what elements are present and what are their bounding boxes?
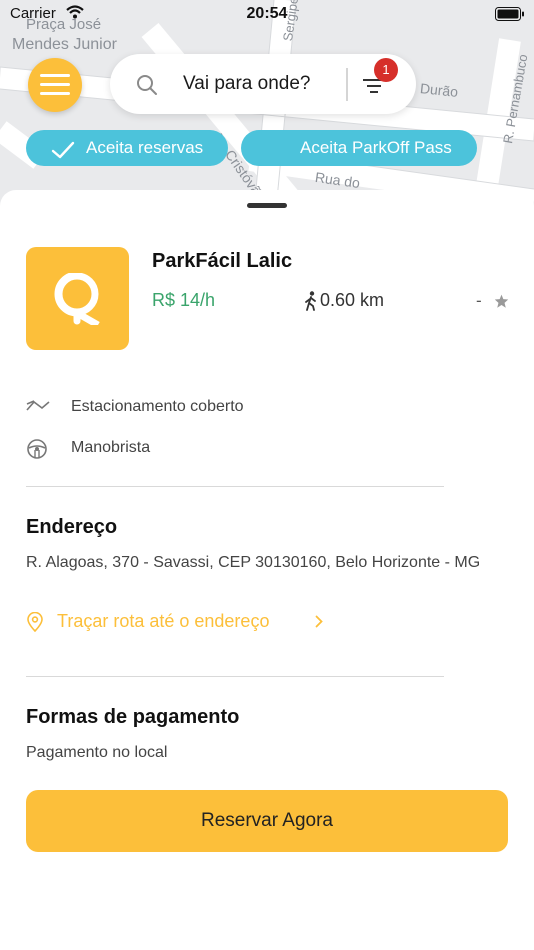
feature-label: Estacionamento coberto <box>71 398 244 415</box>
steering-wheel-icon <box>27 439 47 459</box>
status-bar: Carrier 20:54 <box>0 0 534 28</box>
route-link[interactable]: Traçar rota até o endereço <box>26 610 336 634</box>
divider <box>26 676 444 677</box>
covered-roof-icon <box>26 400 50 411</box>
menu-button[interactable] <box>28 58 82 112</box>
search-input[interactable]: Vai para onde? <box>183 73 310 95</box>
menu-icon-bar <box>40 83 70 86</box>
payment-title: Formas de pagamento <box>26 706 240 728</box>
battery-icon <box>495 7 524 21</box>
map-label-mendes: Mendes Junior <box>12 36 117 53</box>
route-link-label: Traçar rota até o endereço <box>57 611 270 631</box>
address-title: Endereço <box>26 516 118 538</box>
check-icon <box>51 141 75 159</box>
address-text: R. Alagoas, 370 - Savassi, CEP 30130160,… <box>26 554 481 571</box>
details-sheet: ParkFácil Lalic R$ 14/h 0.60 km - Estaci… <box>0 190 534 950</box>
chip-label: Aceita ParkOff Pass <box>300 138 452 157</box>
location-pin-icon <box>54 273 100 325</box>
status-time: 20:54 <box>246 5 288 22</box>
menu-icon-bar <box>40 74 70 77</box>
chip-aceita-parkoff-pass[interactable]: Aceita ParkOff Pass <box>241 130 477 166</box>
reserve-now-button[interactable]: Reservar Agora <box>26 790 508 852</box>
rating-value: - <box>476 291 482 310</box>
distance-value: 0.60 km <box>320 290 385 310</box>
search-icon <box>137 75 157 95</box>
filter-count-badge: 1 <box>374 58 398 82</box>
chip-label: Aceita reservas <box>86 138 204 157</box>
sheet-drag-handle[interactable] <box>247 203 287 208</box>
parking-logo <box>26 247 129 350</box>
search-bar[interactable]: Vai para onde? 1 <box>110 54 416 114</box>
walking-icon <box>305 291 316 311</box>
search-divider <box>346 68 348 101</box>
home-indicator <box>0 945 534 950</box>
chevron-right-icon <box>315 615 323 628</box>
divider <box>26 486 444 487</box>
chip-aceita-reservas[interactable]: Aceita reservas <box>26 130 228 166</box>
star-icon <box>494 294 509 308</box>
map-pin-icon <box>27 612 43 632</box>
parking-name: ParkFácil Lalic <box>152 250 293 272</box>
menu-icon-bar <box>40 92 70 95</box>
payment-method: Pagamento no local <box>26 744 168 761</box>
feature-label: Manobrista <box>71 439 151 456</box>
parking-price: R$ 14/h <box>152 290 216 310</box>
